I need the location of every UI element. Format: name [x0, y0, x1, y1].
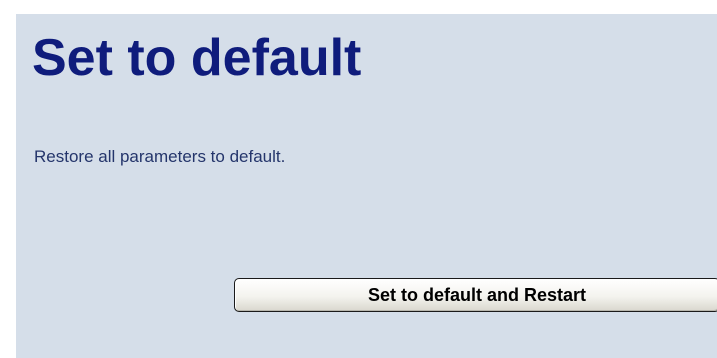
page-title: Set to default: [32, 29, 362, 87]
set-to-default-and-restart-button[interactable]: Set to default and Restart: [234, 278, 717, 312]
content-panel: Set to default Restore all parameters to…: [16, 14, 717, 358]
page-description: Restore all parameters to default.: [34, 147, 286, 166]
